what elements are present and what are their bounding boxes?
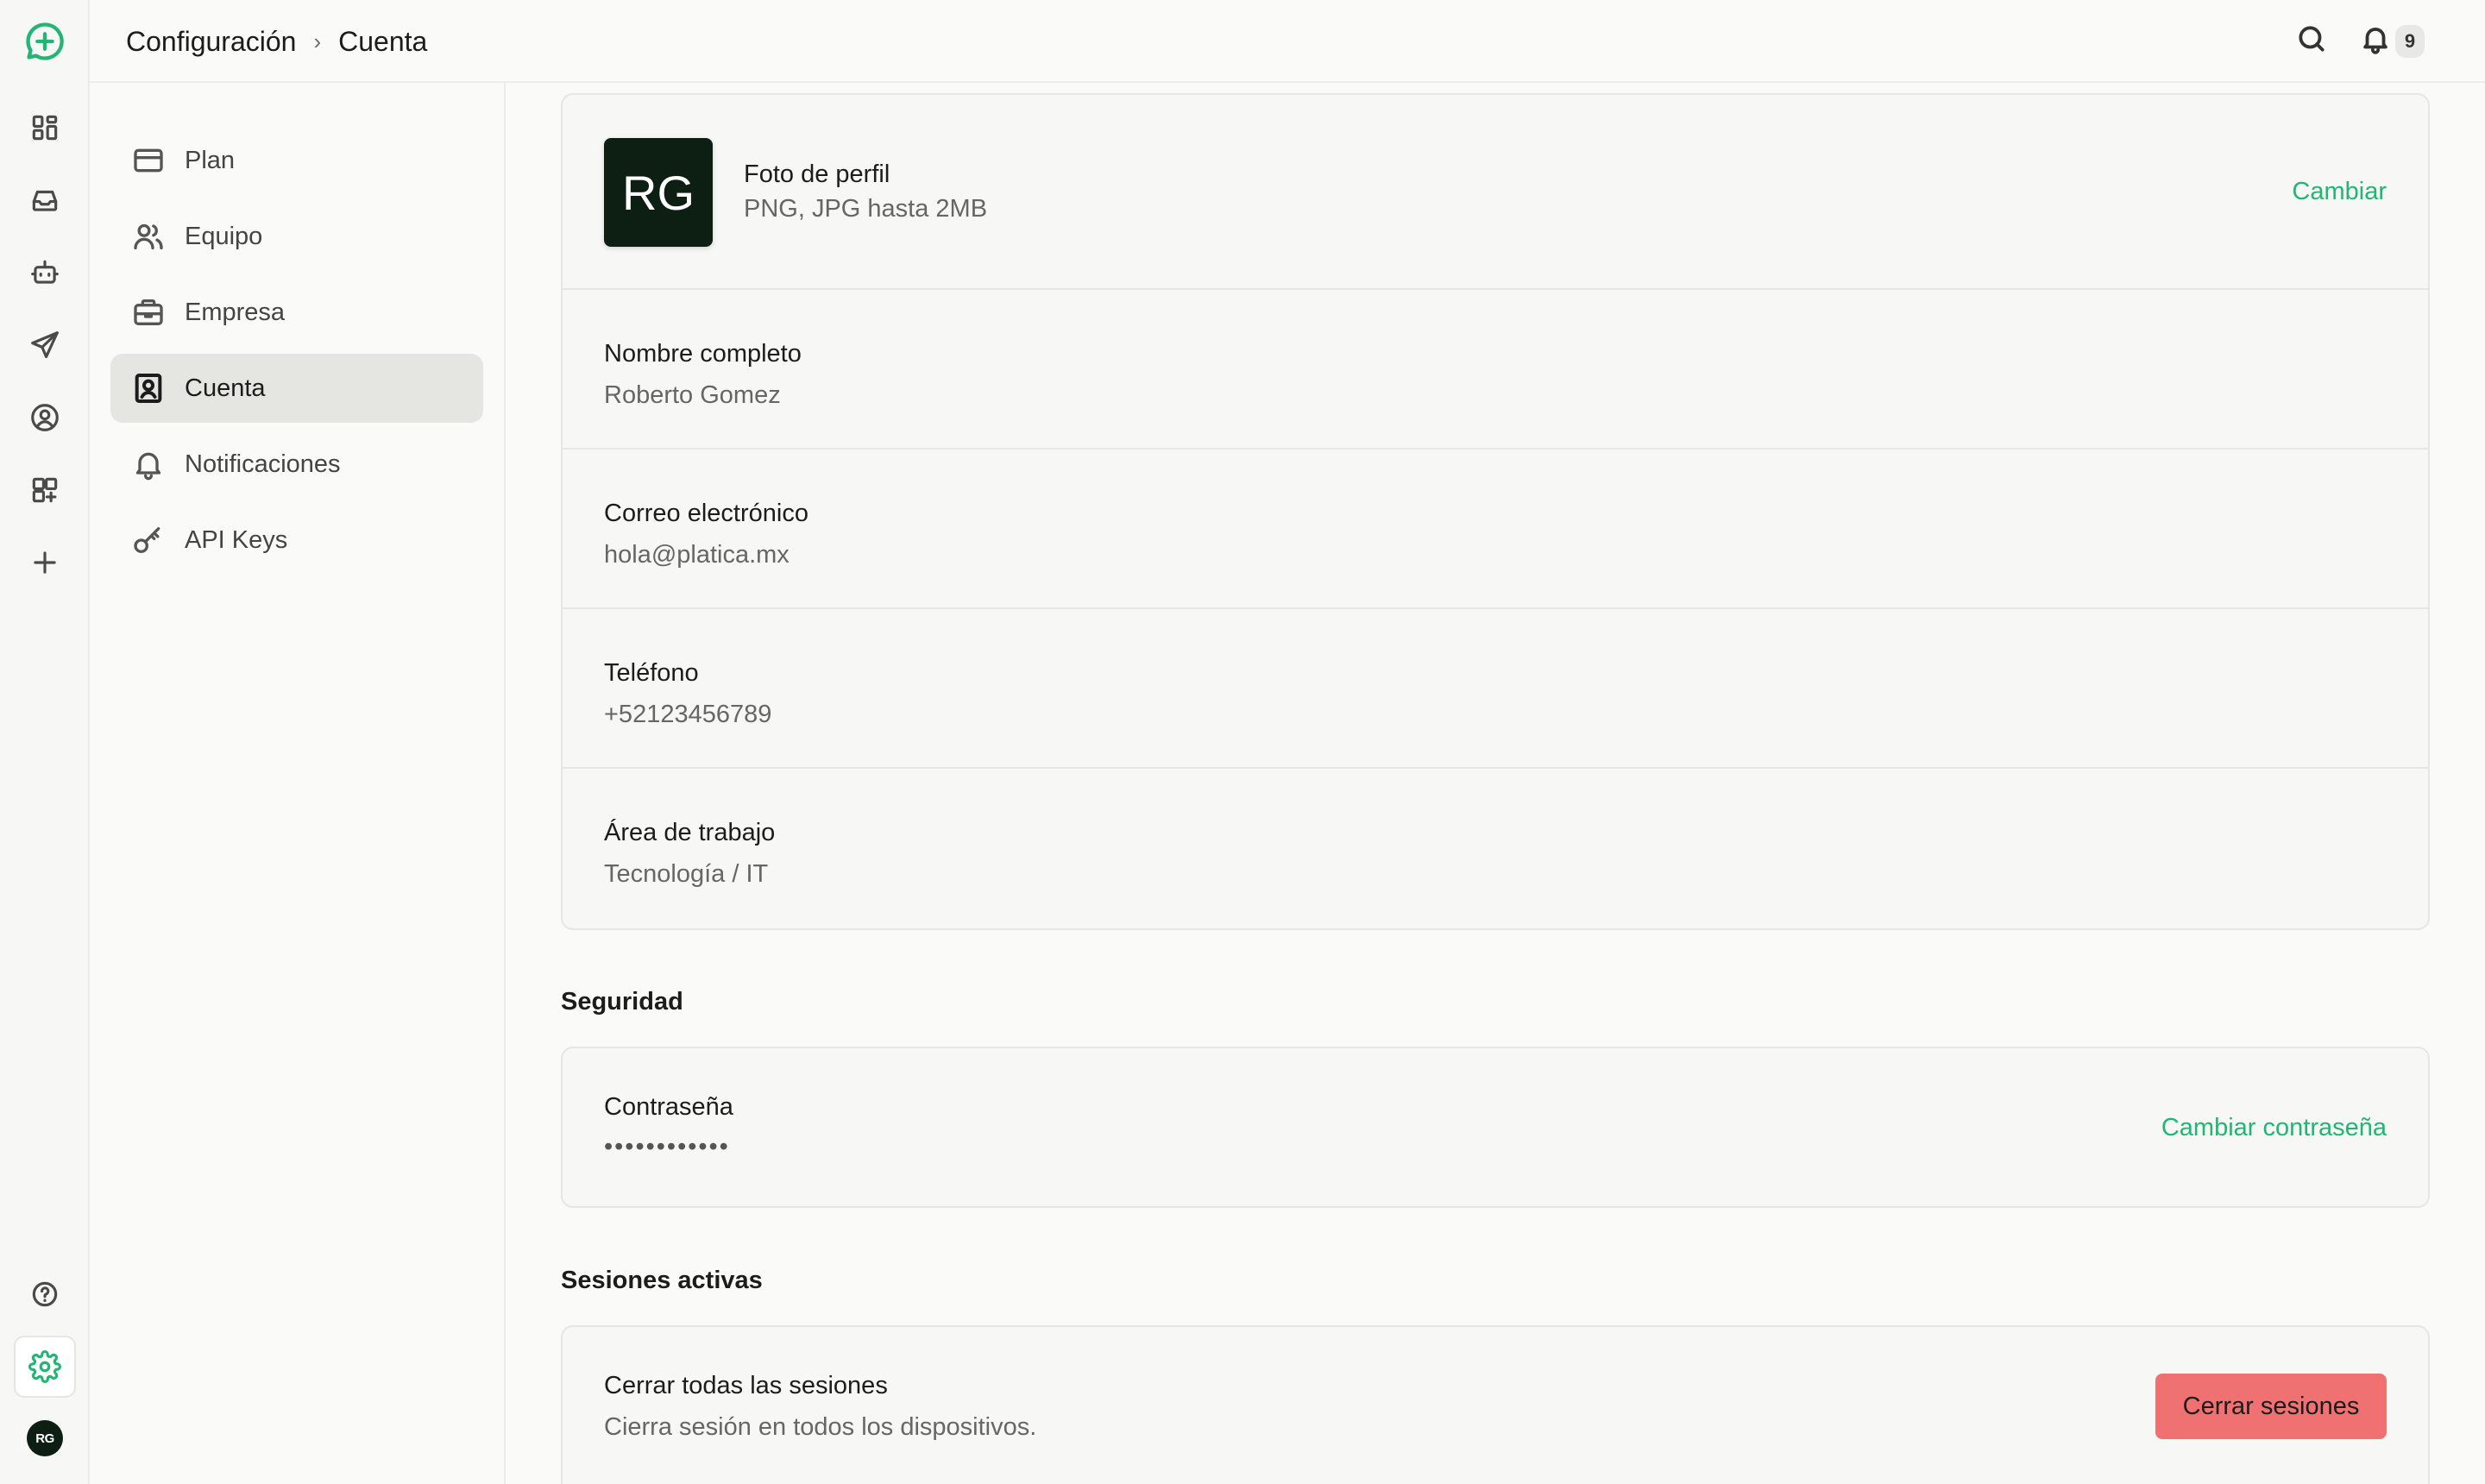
breadcrumb-current: Cuenta <box>338 25 428 57</box>
profile-avatar: RG <box>604 138 713 247</box>
key-icon <box>134 527 160 553</box>
field-label: Nombre completo <box>604 340 802 368</box>
nav-item-api-keys[interactable]: API Keys <box>110 506 483 575</box>
profile-card: RG Foto de perfil PNG, JPG hasta 2MB Cam… <box>561 93 2430 930</box>
field-value: +52123456789 <box>604 701 772 728</box>
top-bar: Configuración › Cuenta <box>90 0 2485 83</box>
nav-item-plan[interactable]: Plan <box>110 126 483 195</box>
profile-photo-row: RG Foto de perfil PNG, JPG hasta 2MB Cam… <box>563 95 2428 290</box>
help-icon[interactable] <box>14 1263 76 1325</box>
field-row-phone: Teléfono +52123456789 <box>563 609 2428 769</box>
bell-icon[interactable] <box>2359 22 2397 60</box>
inbox-icon[interactable] <box>14 169 76 231</box>
close-all-label: Cerrar todas las sesiones <box>604 1372 888 1399</box>
settings-icon[interactable] <box>14 1336 76 1398</box>
icon-rail: RG <box>0 0 90 1484</box>
credit-card-icon <box>134 148 163 173</box>
chevron-right-icon: › <box>313 28 322 54</box>
change-photo-button[interactable]: Cambiar <box>2292 178 2387 206</box>
settings-nav: Plan Equipo Empresa Cuenta Notificacione… <box>90 83 506 1484</box>
nav-item-label: Equipo <box>185 222 263 250</box>
logo-chat-icon[interactable] <box>14 10 76 72</box>
field-label: Teléfono <box>604 659 699 687</box>
nav-item-label: Notificaciones <box>185 450 341 478</box>
field-row-work-area: Área de trabajo Tecnología / IT <box>563 769 2428 928</box>
nav-item-label: Plan <box>185 146 236 174</box>
close-sessions-button[interactable]: Cerrar sesiones <box>2155 1374 2387 1439</box>
nav-item-label: API Keys <box>185 525 288 554</box>
nav-item-label: Empresa <box>185 298 286 326</box>
plus-icon[interactable] <box>14 531 76 594</box>
dashboard-icon[interactable] <box>14 97 76 159</box>
sessions-title: Sesiones activas <box>561 1267 763 1294</box>
field-value: Tecnología / IT <box>604 860 769 888</box>
contact-icon[interactable] <box>14 387 76 449</box>
account-icon <box>135 374 162 403</box>
photo-title: Foto de perfil <box>744 160 890 188</box>
close-all-desc: Cierra sesión en todos los dispositivos. <box>604 1413 1037 1441</box>
nav-item-notificaciones[interactable]: Notificaciones <box>110 430 483 499</box>
bell-icon <box>135 452 161 481</box>
apps-add-icon[interactable] <box>14 459 76 521</box>
send-icon[interactable] <box>14 314 76 376</box>
password-value: •••••••••••• <box>604 1133 730 1160</box>
security-title: Seguridad <box>561 988 683 1016</box>
photo-hint: PNG, JPG hasta 2MB <box>744 195 988 223</box>
field-row-email: Correo electrónico hola@platica.mx <box>563 450 2428 609</box>
avatar[interactable]: RG <box>27 1420 63 1456</box>
nav-item-equipo[interactable]: Equipo <box>110 202 483 271</box>
field-label: Correo electrónico <box>604 500 808 527</box>
nav-item-label: Cuenta <box>185 374 266 402</box>
breadcrumb-root[interactable]: Configuración <box>126 26 296 58</box>
bot-icon[interactable] <box>14 242 76 304</box>
search-icon[interactable] <box>2295 22 2333 60</box>
field-row-name: Nombre completo Roberto Gomez <box>563 290 2428 450</box>
field-value: Roberto Gomez <box>604 381 781 409</box>
nav-item-cuenta[interactable]: Cuenta <box>110 354 483 423</box>
password-label: Contraseña <box>604 1093 733 1121</box>
sessions-card: Cerrar todas las sesiones Cierra sesión … <box>561 1325 2430 1484</box>
change-password-button[interactable]: Cambiar contraseña <box>2161 1114 2387 1142</box>
notification-count-badge: 9 <box>2395 25 2425 58</box>
breadcrumb: Configuración › Cuenta <box>126 0 427 83</box>
users-icon <box>134 223 163 249</box>
field-value: hola@platica.mx <box>604 541 790 569</box>
security-card: Contraseña •••••••••••• Cambiar contrase… <box>561 1047 2430 1208</box>
briefcase-icon <box>134 299 163 325</box>
nav-item-empresa[interactable]: Empresa <box>110 278 483 347</box>
field-label: Área de trabajo <box>604 819 776 846</box>
